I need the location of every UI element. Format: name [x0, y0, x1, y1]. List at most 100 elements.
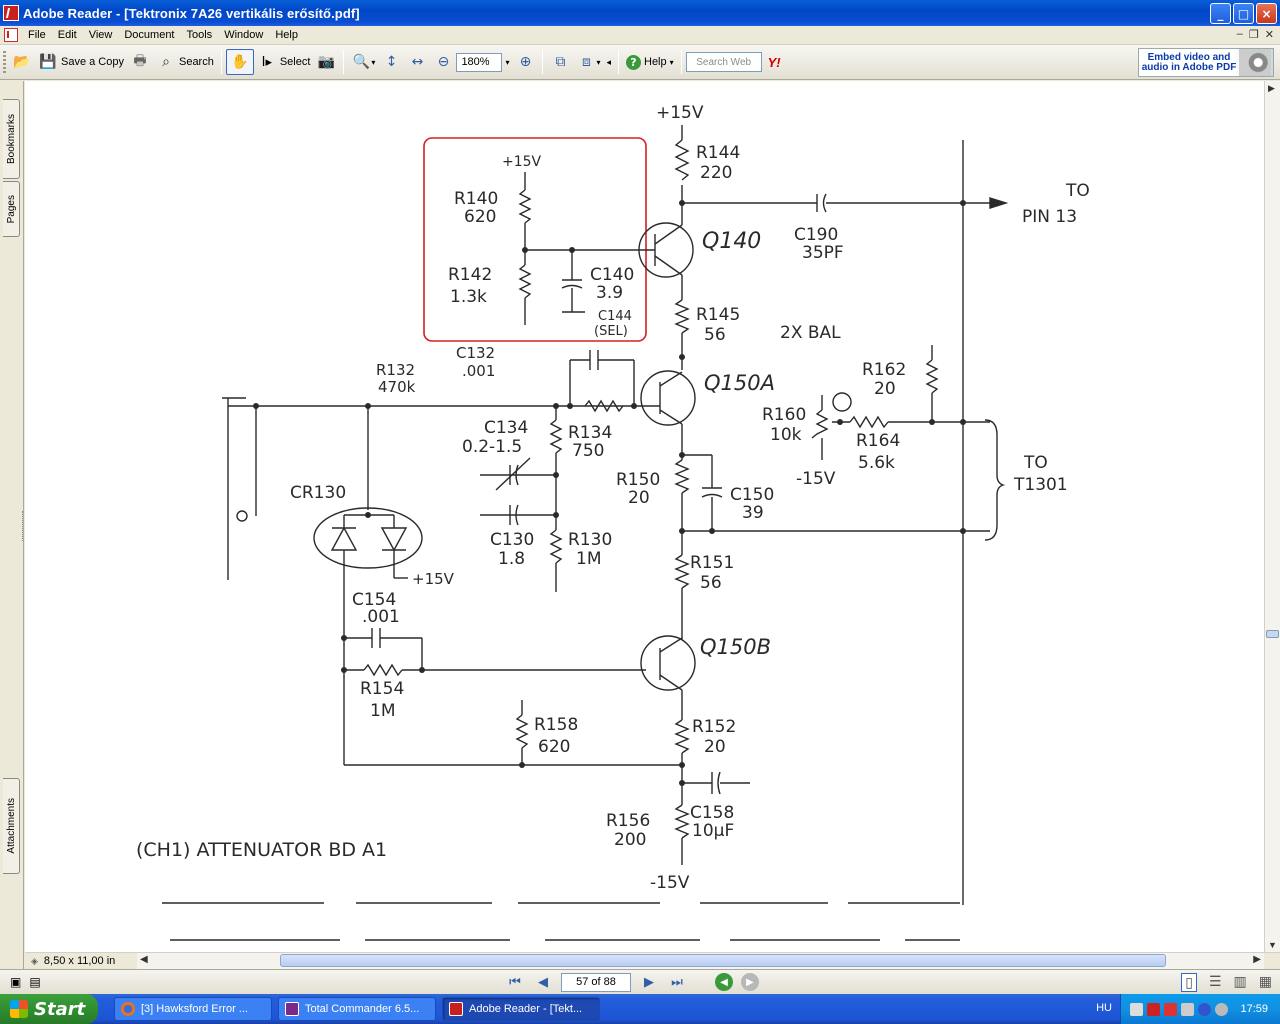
search-button[interactable]: ⌕ Search — [153, 49, 217, 75]
floppy-icon: 💾 — [39, 54, 57, 70]
start-button[interactable]: Start — [0, 994, 98, 1024]
embed-ad-text: Embed video and audio in Adobe PDF — [1141, 51, 1237, 73]
menu-tools[interactable]: Tools — [181, 29, 219, 41]
toolbar-grip[interactable] — [3, 51, 6, 73]
scroll-down-icon[interactable]: ▼ — [1268, 940, 1277, 950]
tab-pages[interactable]: Pages — [3, 181, 20, 237]
page-layout-icon: ⧈ — [582, 54, 591, 70]
horizontal-scrollbar[interactable]: ◀ ▶ — [137, 953, 1264, 969]
toolbar-more[interactable]: ◂ — [603, 49, 614, 75]
menu-help[interactable]: Help — [269, 29, 304, 41]
label-bal: 2X BAL — [780, 323, 841, 343]
rotate-button[interactable]: ⧉ — [547, 49, 573, 75]
zoom-level-input[interactable]: 180% — [456, 52, 503, 72]
facing-layout-icon[interactable]: ▥ — [1234, 973, 1247, 992]
document-icon[interactable] — [4, 28, 18, 42]
firefox-icon — [121, 1002, 135, 1016]
scroll-left-icon[interactable]: ◀ — [140, 954, 148, 965]
separator — [680, 50, 682, 74]
go-forward-button[interactable]: ▶ — [741, 973, 759, 991]
text-cursor-icon: I▸ — [261, 54, 273, 70]
select-tool-button[interactable]: I▸ Select — [254, 49, 314, 75]
menu-view[interactable]: View — [83, 29, 119, 41]
label-r144: R144 — [696, 143, 740, 163]
embed-video-ad[interactable]: Embed video and audio in Adobe PDF — [1138, 48, 1274, 77]
hand-tool-button[interactable]: ✋ — [225, 49, 254, 75]
dropdown-arrow-icon: ▾ — [596, 57, 601, 67]
label-to-t1301-b: T1301 — [1013, 475, 1068, 495]
label-r158: R158 — [534, 715, 578, 735]
task-adobe-reader[interactable]: Adobe Reader - [Tekt... — [442, 997, 600, 1021]
label-r154-val: 1M — [370, 701, 395, 721]
tab-attachments[interactable]: Attachments — [3, 778, 20, 874]
vertical-scroll-thumb[interactable] — [1266, 630, 1279, 638]
plus-circle-icon: ⊕ — [519, 54, 532, 70]
single-page-layout-icon[interactable]: ▯ — [1181, 972, 1197, 992]
label-c190-val: 35PF — [802, 243, 844, 263]
snapshot-button[interactable]: 📷 — [313, 49, 339, 75]
label-q140: Q140 — [702, 229, 761, 254]
maximize-button[interactable]: □ — [1233, 3, 1254, 24]
vertical-scrollbar[interactable]: ▶ ▼ — [1264, 81, 1280, 952]
tab-bookmarks[interactable]: Bookmarks — [3, 99, 20, 179]
single-page-view-icon[interactable]: ▣ — [10, 975, 21, 989]
actual-size-button[interactable]: ↕ — [378, 49, 404, 75]
navigation-panel: Bookmarks Pages Attachments — [0, 81, 24, 969]
menu-edit[interactable]: Edit — [52, 29, 83, 41]
save-copy-button[interactable]: 💾 Save a Copy — [35, 49, 127, 75]
page-number-input[interactable]: 57 of 88 — [561, 972, 631, 992]
zoom-out-button[interactable]: ⊖ — [430, 49, 456, 75]
security-shield-icon[interactable] — [1147, 1002, 1161, 1016]
page-layout-button[interactable]: ⧈ ▾ — [573, 49, 603, 75]
language-indicator[interactable]: HU — [1096, 1002, 1112, 1014]
search-web-input[interactable]: Search Web — [685, 52, 762, 72]
close-button[interactable]: × — [1256, 3, 1277, 24]
document-view[interactable]: +15V R144 220 TO PIN 13 C190 35PF Q140 +… — [25, 81, 1264, 952]
zoom-tool-button[interactable]: 🔍 ▾ — [348, 49, 378, 75]
minimize-button[interactable]: _ — [1210, 3, 1231, 24]
thumbnail-view-icon[interactable]: ▤ — [29, 975, 40, 989]
menu-file[interactable]: File — [22, 29, 52, 41]
help-tray-icon[interactable] — [1215, 1002, 1229, 1016]
task-total-commander[interactable]: Total Commander 6.5... — [278, 997, 436, 1021]
label-r140: R140 — [454, 189, 498, 209]
zoom-dropdown[interactable]: ▾ — [502, 49, 512, 75]
panel-resize-grip[interactable] — [22, 511, 24, 541]
first-page-button[interactable]: ⏮ — [505, 972, 525, 992]
scroll-right-icon[interactable]: ▶ — [1253, 954, 1261, 965]
system-tray: 17:59 — [1120, 994, 1280, 1024]
menu-bar: File Edit View Document Tools Window Hel… — [0, 26, 1280, 45]
continuous-facing-layout-icon[interactable]: ▦ — [1259, 973, 1272, 992]
help-button[interactable]: ? Help ▾ — [623, 49, 677, 75]
bluetooth-icon[interactable] — [1198, 1002, 1212, 1016]
scroll-up-icon[interactable]: ▶ — [1268, 83, 1275, 94]
go-back-button[interactable]: ◀ — [715, 973, 733, 991]
horizontal-scroll-thumb[interactable] — [280, 954, 1166, 967]
doc-close-icon[interactable]: ✕ — [1265, 28, 1274, 41]
menu-window[interactable]: Window — [218, 29, 269, 41]
open-button[interactable]: 📂 — [9, 49, 35, 75]
menu-document[interactable]: Document — [118, 29, 180, 41]
doc-restore-icon[interactable]: ❐ — [1249, 28, 1259, 41]
schematic-drawing: +15V R144 220 TO PIN 13 C190 35PF Q140 +… — [136, 103, 1090, 941]
last-page-button[interactable]: ⏭ — [667, 972, 687, 992]
volume-icon[interactable] — [1181, 1002, 1195, 1016]
zoom-in-button[interactable]: ⊕ — [512, 49, 538, 75]
label-r162-val: 20 — [874, 379, 896, 399]
task-firefox[interactable]: [3] Hawksford Error ... — [114, 997, 272, 1021]
doc-minimize-icon[interactable]: – — [1237, 28, 1243, 41]
task-firefox-label: [3] Hawksford Error ... — [141, 1003, 248, 1015]
task-adobe-reader-label: Adobe Reader - [Tekt... — [469, 1003, 583, 1015]
previous-page-button[interactable]: ◀ — [533, 972, 553, 992]
next-page-button[interactable]: ▶ — [639, 972, 659, 992]
continuous-layout-icon[interactable]: ☰ — [1209, 973, 1222, 992]
label-r132: R132 — [376, 361, 415, 379]
yahoo-button[interactable]: Y! — [768, 55, 781, 70]
network-icon[interactable] — [1130, 1002, 1144, 1016]
label-r142-val: 1.3k — [450, 287, 487, 307]
print-button[interactable]: 🖶 — [127, 49, 153, 75]
antivirus-icon[interactable] — [1164, 1002, 1178, 1016]
fit-width-button[interactable]: ↔ — [404, 49, 430, 75]
label-r156: R156 — [606, 811, 650, 831]
window-title: Adobe Reader - [Tektronix 7A26 vertikáli… — [23, 5, 360, 21]
